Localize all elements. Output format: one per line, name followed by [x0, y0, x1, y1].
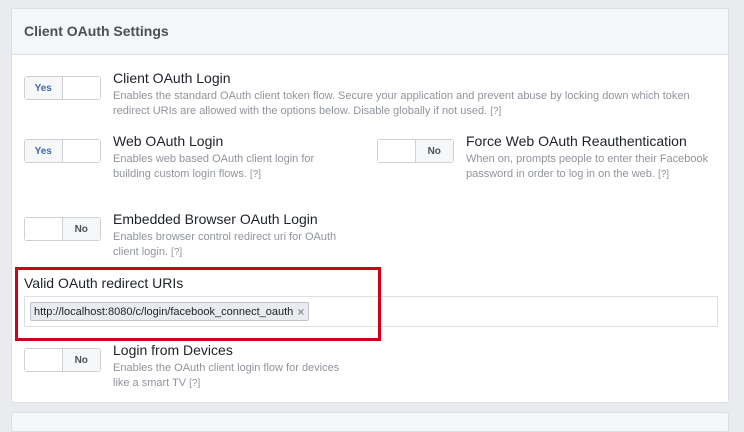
next-panel-edge	[11, 412, 729, 432]
panel-header: Client OAuth Settings	[12, 9, 728, 55]
client-oauth-login-title: Client OAuth Login	[113, 70, 231, 86]
redirect-uris-input[interactable]: http://localhost:8080/c/login/facebook_c…	[24, 296, 718, 327]
redirect-uri-token-text: http://localhost:8080/c/login/facebook_c…	[34, 305, 294, 318]
force-web-oauth-reauth-title: Force Web OAuth Reauthentication	[466, 133, 687, 149]
client-oauth-login-desc: Enables the standard OAuth client token …	[113, 90, 690, 117]
force-web-oauth-reauth-desc: When on, prompts people to enter their F…	[466, 153, 709, 180]
login-from-devices-toggle[interactable]: No	[24, 348, 101, 372]
panel-title: Client OAuth Settings	[24, 23, 169, 39]
embedded-browser-oauth-login-title: Embedded Browser OAuth Login	[113, 211, 318, 227]
help-link[interactable]: [?]	[490, 106, 501, 117]
toggle-knob	[62, 140, 100, 162]
toggle-knob	[25, 218, 63, 240]
embedded-browser-oauth-login-desc: Enables browser control redirect uri for…	[113, 231, 337, 258]
client-oauth-login-toggle[interactable]: Yes	[24, 76, 101, 100]
web-oauth-login-toggle[interactable]: Yes	[24, 139, 101, 163]
toggle-yes-label: Yes	[25, 77, 63, 99]
help-link[interactable]: [?]	[189, 378, 200, 389]
embedded-browser-oauth-login-toggle[interactable]: No	[24, 217, 101, 241]
toggle-yes-label: Yes	[25, 140, 63, 162]
web-oauth-login-title: Web OAuth Login	[113, 133, 224, 149]
remove-token-icon[interactable]: ×	[297, 305, 304, 319]
toggle-knob	[378, 140, 416, 162]
toggle-no-label: No	[62, 349, 100, 371]
toggle-no-label: No	[62, 218, 100, 240]
force-web-oauth-reauth-toggle[interactable]: No	[377, 139, 454, 163]
toggle-no-label: No	[415, 140, 453, 162]
toggle-knob	[25, 349, 63, 371]
help-link[interactable]: [?]	[658, 169, 669, 180]
help-link[interactable]: [?]	[171, 247, 182, 258]
login-from-devices-desc: Enables the OAuth client login flow for …	[113, 362, 340, 389]
help-link[interactable]: [?]	[250, 169, 261, 180]
web-oauth-login-desc: Enables web based OAuth client login for…	[113, 153, 315, 180]
redirect-uri-token[interactable]: http://localhost:8080/c/login/facebook_c…	[30, 302, 310, 321]
toggle-knob	[62, 77, 100, 99]
redirect-uris-label: Valid OAuth redirect URIs	[24, 275, 184, 291]
login-from-devices-title: Login from Devices	[113, 342, 233, 358]
